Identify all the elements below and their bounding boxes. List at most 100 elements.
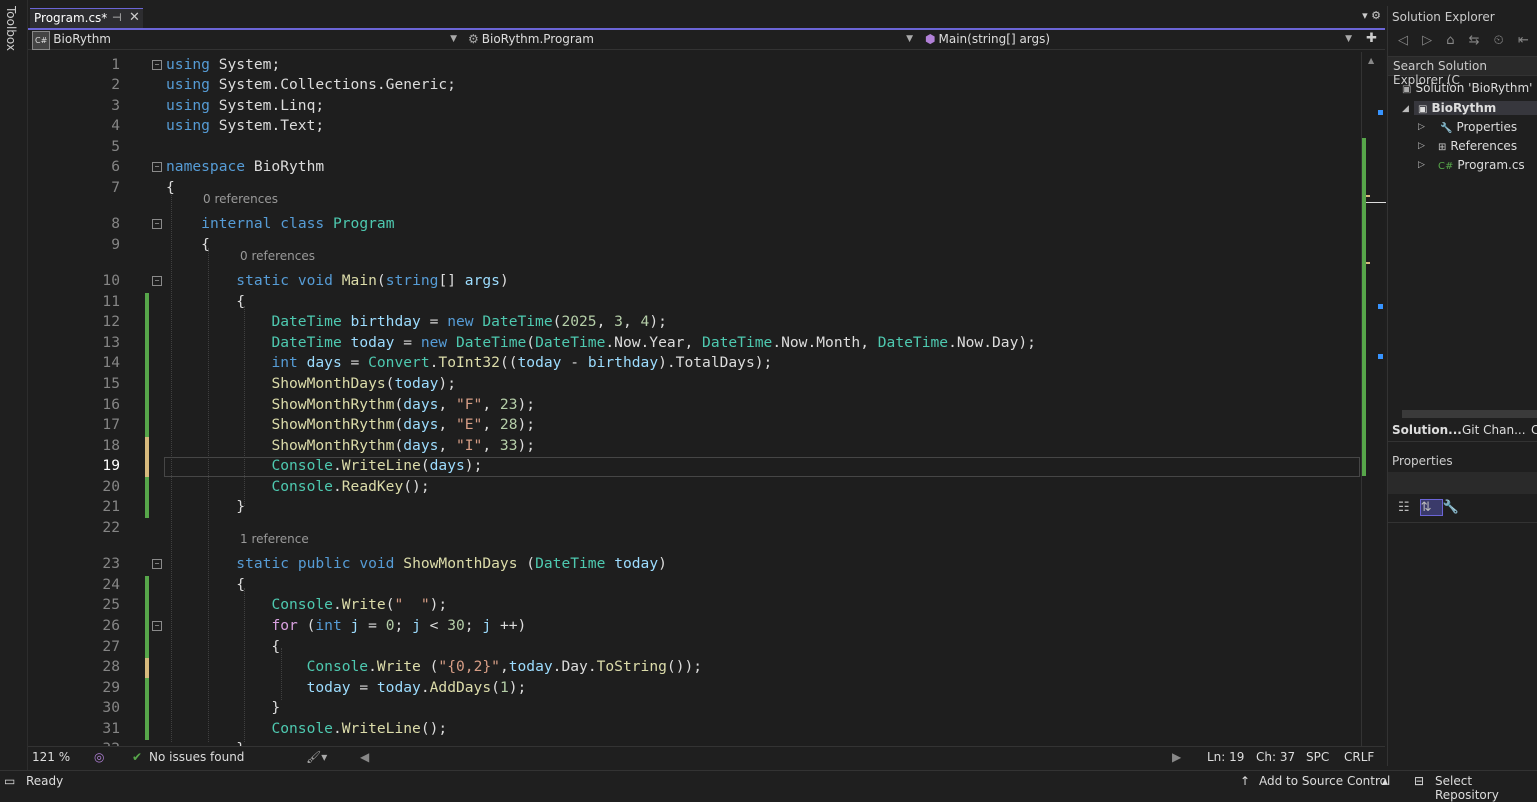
split-window-icon[interactable]: ✚	[1366, 31, 1377, 46]
code-line[interactable]: 21 }	[28, 498, 1361, 518]
code-line[interactable]: 4 using System.Text;	[28, 117, 1361, 137]
member-dropdown-label: Main(string[] args)	[938, 32, 1051, 46]
scroll-right-icon[interactable]: ▶	[1172, 750, 1181, 764]
properties-toolbar[interactable]: ☷⇅🔧	[1398, 499, 1469, 516]
column-number[interactable]: Ch: 37	[1256, 750, 1295, 764]
code-area[interactable]: 1− using System; 2 using System.Collections…	[28, 52, 1361, 746]
code-line[interactable]: 15 ShowMonthDays(today);	[28, 375, 1361, 395]
wrench-icon[interactable]: 🔧	[1443, 500, 1469, 515]
line-number[interactable]: Ln: 19	[1207, 750, 1244, 764]
code-line[interactable]: 11 {	[28, 293, 1361, 313]
code-line[interactable]: 20 Console.ReadKey();	[28, 478, 1361, 498]
code-line[interactable]: 31 Console.WriteLine();	[28, 720, 1361, 740]
codelens-references[interactable]: 1 reference	[240, 532, 309, 546]
code-text: ShowMonthRythm(days, "I", 33);	[271, 437, 536, 454]
issues-status[interactable]: No issues found	[149, 750, 244, 764]
code-line[interactable]: 29 today = today.AddDays(1);	[28, 679, 1361, 699]
code-text: using System;	[166, 56, 281, 73]
line-ending[interactable]: CRLF	[1344, 750, 1374, 764]
code-line[interactable]: 30 }	[28, 699, 1361, 719]
collapsed-arrow-icon[interactable]: ▷	[1418, 122, 1425, 132]
code-text: Console.ReadKey();	[271, 478, 430, 495]
code-line[interactable]: 16 ShowMonthRythm(days, "F", 23);	[28, 396, 1361, 416]
collapse-icon[interactable]: −	[152, 219, 162, 229]
solution-icon: ▣	[1402, 84, 1412, 95]
copilot-icon[interactable]: ◎	[94, 750, 104, 764]
code-line[interactable]: 6 − namespace BioRythm	[28, 158, 1361, 178]
zoom-level[interactable]: 121 %	[32, 750, 70, 764]
alphabetical-icon[interactable]: ⇅	[1419, 499, 1443, 516]
tree-item-program-cs[interactable]: C# Program.cs	[1438, 158, 1525, 172]
select-repository[interactable]: Select Repository	[1435, 774, 1537, 802]
scroll-up-icon[interactable]: ▲	[1368, 56, 1374, 65]
code-line[interactable]: 14 int days = Convert.ToInt32((today - b…	[28, 354, 1361, 374]
solution-explorer-toolbar[interactable]: ◁ ▷ ⌂ ⇆ ⏲ ⇤	[1398, 33, 1534, 48]
chevron-up-icon[interactable]: ▴	[1382, 774, 1388, 788]
tab-git-changes[interactable]: Git Chan...	[1462, 423, 1526, 437]
line-number: 31	[102, 720, 120, 737]
code-line[interactable]: 12 DateTime birthday = new DateTime(2025…	[28, 313, 1361, 333]
collapse-icon[interactable]: −	[152, 559, 162, 569]
project-dropdown[interactable]: C# BioRythm ▼	[28, 31, 461, 50]
code-line[interactable]: 13 DateTime today = new DateTime(DateTim…	[28, 334, 1361, 354]
code-line[interactable]: 22	[28, 519, 1361, 539]
tab-more[interactable]: C	[1531, 423, 1537, 437]
collapse-icon[interactable]: −	[152, 276, 162, 286]
code-line[interactable]: 2 using System.Collections.Generic;	[28, 76, 1361, 96]
code-line[interactable]: 9 {	[28, 236, 1361, 256]
categorized-icon[interactable]: ☷	[1398, 500, 1420, 515]
code-line[interactable]: 5	[28, 138, 1361, 158]
horizontal-scrollbar[interactable]	[1402, 410, 1537, 418]
tree-item-label: Properties	[1456, 120, 1518, 134]
tree-project[interactable]: ▣ BioRythm	[1414, 101, 1537, 115]
toolbox-strip[interactable]: Toolbox	[0, 0, 28, 770]
properties-object-selector[interactable]	[1388, 472, 1537, 494]
right-pane: Solution Explorer ◁ ▷ ⌂ ⇆ ⏲ ⇤ Search Sol…	[1387, 6, 1537, 766]
code-line[interactable]: 3 using System.Linq;	[28, 97, 1361, 117]
pin-icon[interactable]: ⊣	[112, 11, 122, 24]
cleanup-icon[interactable]: 🖌▾	[306, 750, 327, 764]
collapsed-arrow-icon[interactable]: ▷	[1418, 160, 1425, 170]
code-line[interactable]: 10 − static void Main(string[] args)	[28, 272, 1361, 292]
code-line[interactable]: 18 ShowMonthRythm(days, "I", 33);	[28, 437, 1361, 457]
tab-program-cs[interactable]: Program.cs* ⊣ ✕	[30, 8, 143, 28]
code-line[interactable]: 1 − using System;	[28, 56, 1361, 76]
codelens-references[interactable]: 0 references	[203, 192, 278, 206]
add-to-source-control[interactable]: Add to Source Control	[1259, 774, 1390, 788]
tree-solution[interactable]: ▣ Solution 'BioRythm' (	[1402, 81, 1537, 95]
code-text: ShowMonthRythm(days, "E", 28);	[271, 416, 536, 433]
collapse-icon[interactable]: −	[152, 60, 162, 70]
solution-search-input[interactable]: Search Solution Explorer (C	[1388, 56, 1537, 87]
collapse-icon[interactable]: −	[152, 621, 162, 631]
editor-status-bar: 121 % ◎ ✔ No issues found 🖌▾ ◀ ▶ Ln: 19 …	[28, 746, 1385, 766]
tree-item-properties[interactable]: 🔧 Properties	[1440, 120, 1517, 134]
tab-overflow-controls[interactable]: ▾ ⚙	[1362, 9, 1381, 22]
code-line[interactable]: 19 Console.WriteLine(days);	[28, 457, 1361, 477]
toolbox-label[interactable]: Toolbox	[4, 6, 18, 51]
indent-mode[interactable]: SPC	[1306, 750, 1329, 764]
line-number: 17	[102, 416, 120, 433]
code-line[interactable]: 23 − static public void ShowMonthDays (Da…	[28, 555, 1361, 575]
line-number: 15	[102, 375, 120, 392]
tree-item-references[interactable]: ⊞ References	[1438, 139, 1517, 153]
line-number: 20	[102, 478, 120, 495]
code-line[interactable]: 28 Console.Write ("{0,2}",today.Day.ToSt…	[28, 658, 1361, 678]
code-editor: Program.cs* ⊣ ✕ ▾ ⚙ C# BioRythm ▼ ⚙ BioRyth…	[28, 6, 1386, 766]
tab-solution-explorer[interactable]: Solution...	[1392, 423, 1462, 437]
properties-grid	[1388, 522, 1537, 766]
code-line[interactable]: 17 ShowMonthRythm(days, "E", 28);	[28, 416, 1361, 436]
close-icon[interactable]: ✕	[129, 10, 140, 25]
class-dropdown[interactable]: ⚙ BioRythm.Program ▼	[464, 31, 917, 49]
codelens-references[interactable]: 0 references	[240, 249, 315, 263]
check-icon: ✔	[132, 750, 143, 764]
expanded-arrow-icon[interactable]: ◢	[1402, 104, 1409, 114]
collapse-icon[interactable]: −	[152, 162, 162, 172]
code-line[interactable]: 24 {	[28, 576, 1361, 596]
collapsed-arrow-icon[interactable]: ▷	[1418, 141, 1425, 151]
code-line[interactable]: 26 − for (int j = 0; j < 30; j ++)	[28, 617, 1361, 637]
member-dropdown[interactable]: ⬢ Main(string[] args) ▼	[921, 31, 1356, 49]
code-line[interactable]: 8 − internal class Program	[28, 215, 1361, 235]
code-line[interactable]: 27 {	[28, 638, 1361, 658]
scroll-left-icon[interactable]: ◀	[360, 750, 369, 764]
code-line[interactable]: 25 Console.Write(" ");	[28, 596, 1361, 616]
